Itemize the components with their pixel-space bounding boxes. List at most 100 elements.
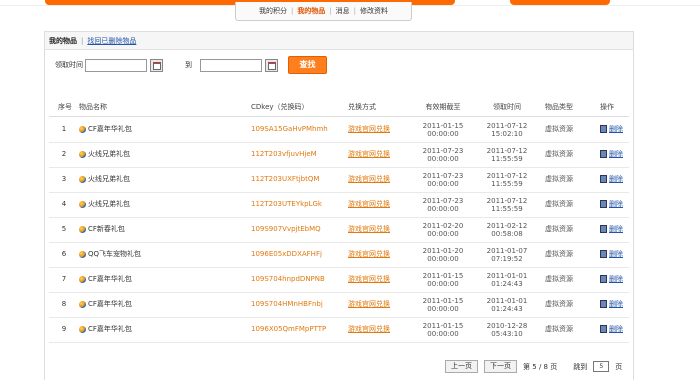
goto-label: 跳到: [573, 362, 588, 371]
item-name-text: 火线兄弟礼包: [88, 200, 130, 208]
item-name-text: 火线兄弟礼包: [88, 175, 130, 183]
expire-time: 2011-01-15 00:00:00: [419, 122, 467, 138]
trash-icon: [600, 150, 607, 158]
row-number: 1: [61, 125, 67, 133]
received-date: 2011-07-12: [486, 122, 528, 130]
delete-link[interactable]: 删除: [609, 175, 623, 183]
expire-clock: 00:00:00: [427, 205, 459, 213]
redeem-link[interactable]: 游戏官网兑换: [348, 217, 390, 242]
delete-link[interactable]: 删除: [609, 300, 623, 308]
game-icon: [79, 125, 86, 133]
trash-icon: [600, 275, 607, 283]
trash-icon: [600, 300, 607, 308]
delete-link[interactable]: 删除: [609, 325, 623, 333]
table-row: 7 CF嘉年华礼包 109S704hnpdDNPNB 游戏官网兑换 2011-01-15…: [49, 267, 629, 293]
cdkey-value: 112T203vfjuvHjeM: [251, 150, 317, 158]
nav-separator: |: [329, 7, 332, 15]
item-type: 虚拟资源: [545, 175, 573, 183]
received-time: 2010-12-28 05:43:10: [483, 322, 531, 338]
end-date-input[interactable]: [200, 58, 262, 72]
pager: 上一页 下一页 第 5 / 8 页 跳到 5 页: [445, 360, 622, 373]
redeem-link[interactable]: 游戏官网兑换: [348, 267, 390, 292]
expire-date: 2011-01-15: [422, 322, 464, 330]
nav-points[interactable]: 我的积分: [259, 6, 287, 16]
prev-page-button[interactable]: 上一页: [445, 360, 478, 373]
nav-edit-profile[interactable]: 修改资料: [360, 6, 388, 16]
table-row: 8 CF嘉年华礼包 109S704HMnHBFnbj 游戏官网兑换 2011-01-15…: [49, 292, 629, 318]
received-clock: 11:55:59: [491, 155, 523, 163]
redeem-link[interactable]: 游戏官网兑换: [348, 142, 390, 167]
row-number: 5: [61, 225, 67, 233]
expire-date: 2011-01-15: [422, 122, 464, 130]
redeem-link[interactable]: 游戏官网兑换: [348, 317, 390, 342]
item-type: 虚拟资源: [545, 275, 573, 283]
next-page-button[interactable]: 下一页: [484, 360, 517, 373]
redeem-link[interactable]: 游戏官网兑换: [348, 192, 390, 217]
table-row: 6 QQ飞车宠物礼包 1096E05xDDXAFHFj 游戏官网兑换 2011-01-2…: [49, 242, 629, 268]
nav-my-items[interactable]: 我的物品: [297, 6, 325, 16]
start-date-input[interactable]: [85, 58, 147, 72]
nav-messages[interactable]: 消息: [336, 6, 350, 16]
delete-link[interactable]: 删除: [609, 150, 623, 158]
item-type: 虚拟资源: [545, 325, 573, 333]
item-name-text: CF嘉年华礼包: [88, 125, 132, 133]
recover-deleted-link[interactable]: 找回已删除物品: [87, 36, 136, 46]
col-action: 操作: [600, 103, 614, 111]
item-name: CF嘉年华礼包: [79, 117, 132, 142]
calendar-icon[interactable]: [265, 58, 278, 72]
expire-time: 2011-07-23 00:00:00: [419, 172, 467, 188]
delete-link[interactable]: 删除: [609, 125, 623, 133]
received-clock: 07:19:52: [491, 255, 523, 263]
redeem-link[interactable]: 游戏官网兑换: [348, 242, 390, 267]
row-number: 4: [61, 200, 67, 208]
received-time: 2011-01-07 07:19:52: [483, 247, 531, 263]
received-clock: 05:43:10: [491, 330, 523, 338]
table-row: 3 火线兄弟礼包 112T203UXFtjbtQM 游戏官网兑换 2011-07-23 0…: [49, 167, 629, 193]
to-label: 到: [185, 61, 192, 69]
item-name: CF嘉年华礼包: [79, 267, 132, 292]
expire-clock: 00:00:00: [427, 230, 459, 238]
redeem-link[interactable]: 游戏官网兑换: [348, 292, 390, 317]
expire-date: 2011-02-20: [422, 222, 464, 230]
cdkey-value: 109S704HMnHBFnbj: [251, 300, 323, 308]
current-page: 5: [532, 362, 537, 371]
col-no: 序号: [58, 103, 72, 111]
filter-label: 领取时间: [55, 61, 83, 69]
expire-time: 2011-01-15 00:00:00: [419, 297, 467, 313]
received-date: 2011-07-12: [486, 147, 528, 155]
item-name: CF嘉年华礼包: [79, 292, 132, 317]
delete-action: 删除: [600, 167, 623, 192]
search-button[interactable]: 查找: [288, 56, 327, 74]
table-row: 4 火线兄弟礼包 112T203UTEYkpLGk 游戏官网兑换 2011-07-23 0…: [49, 192, 629, 218]
goto-page-select[interactable]: 5: [593, 361, 610, 372]
nav-separator: |: [290, 7, 294, 15]
expire-date: 2011-07-23: [422, 147, 464, 155]
trash-icon: [600, 225, 607, 233]
received-time: 2011-02-12 00:58:08: [483, 222, 531, 238]
col-name: 物品名称: [79, 103, 107, 111]
page-suffix: 页: [550, 362, 558, 371]
delete-link[interactable]: 删除: [609, 225, 623, 233]
item-name-text: CF嘉年华礼包: [88, 325, 132, 333]
page-info: 第 5 / 8 页: [523, 362, 557, 372]
delete-link[interactable]: 删除: [609, 275, 623, 283]
received-time: 2011-07-12 11:55:59: [483, 172, 531, 188]
redeem-link[interactable]: 游戏官网兑换: [348, 167, 390, 192]
item-name: CF嘉年华礼包: [79, 317, 132, 342]
panel-header: 我的物品 | 找回已删除物品: [45, 32, 633, 50]
item-name-text: 火线兄弟礼包: [88, 150, 130, 158]
received-time: 2011-07-12 15:02:10: [483, 122, 531, 138]
redeem-link[interactable]: 游戏官网兑换: [348, 117, 390, 142]
received-date: 2011-07-12: [486, 172, 528, 180]
received-date: 2011-01-01: [486, 297, 528, 305]
expire-clock: 00:00:00: [427, 280, 459, 288]
delete-link[interactable]: 删除: [609, 250, 623, 258]
item-name: 火线兄弟礼包: [79, 167, 130, 192]
calendar-icon[interactable]: [150, 58, 163, 72]
expire-date: 2011-01-15: [422, 297, 464, 305]
received-clock: 01:24:43: [491, 305, 523, 313]
row-number: 8: [61, 300, 67, 308]
delete-link[interactable]: 删除: [609, 200, 623, 208]
col-expire: 有效期截至: [425, 103, 461, 111]
received-clock: 01:24:43: [491, 280, 523, 288]
